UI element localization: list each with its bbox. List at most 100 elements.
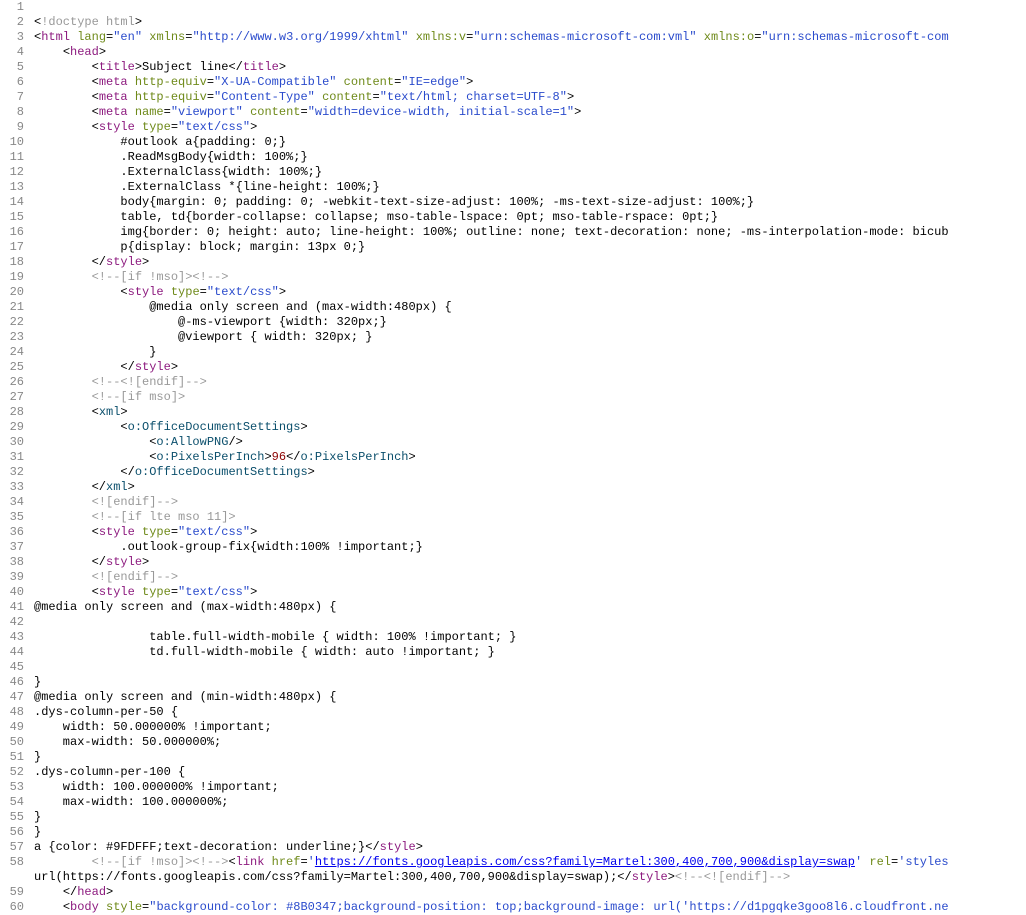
code-line[interactable]: max-width: 50.000000%;	[34, 735, 1026, 750]
code-line[interactable]: <!doctype html>	[34, 15, 1026, 30]
token	[34, 405, 92, 419]
token: style	[99, 585, 135, 599]
token: =	[200, 285, 207, 299]
line-number: 49	[0, 720, 24, 735]
token	[34, 270, 92, 284]
code-line[interactable]: <title>Subject line</title>	[34, 60, 1026, 75]
token: 96	[272, 450, 286, 464]
code-line[interactable]: .dys-column-per-100 {	[34, 765, 1026, 780]
token	[34, 90, 92, 104]
code-line[interactable]: <style type="text/css">	[34, 120, 1026, 135]
token: xmlns:v	[416, 30, 466, 44]
code-line[interactable]: }	[34, 750, 1026, 765]
code-line[interactable]: <![endif]-->	[34, 570, 1026, 585]
line-number: 37	[0, 540, 24, 555]
code-line[interactable]: #outlook a{padding: 0;}	[34, 135, 1026, 150]
code-line[interactable]: td.full-width-mobile { width: auto !impo…	[34, 645, 1026, 660]
token: <!--[if mso]>	[92, 390, 186, 404]
code-line[interactable]: <style type="text/css">	[34, 525, 1026, 540]
code-line[interactable]: <!--[if !mso]><!--><link href='https://f…	[34, 855, 1026, 870]
code-line[interactable]: <head>	[34, 45, 1026, 60]
code-line[interactable]: <meta name="viewport" content="width=dev…	[34, 105, 1026, 120]
code-line[interactable]: @media only screen and (max-width:480px)…	[34, 600, 1026, 615]
code-line[interactable]: <!--[if lte mso 11]>	[34, 510, 1026, 525]
token: head	[70, 45, 99, 59]
code-editor[interactable]: 1234567891011121314151617181920212223242…	[0, 0, 1026, 915]
code-line[interactable]	[34, 0, 1026, 15]
code-line[interactable]: <!--[if !mso]><!-->	[34, 270, 1026, 285]
code-line[interactable]: <style type="text/css">	[34, 285, 1026, 300]
code-line[interactable]: a {color: #9FDFFF;text-decoration: under…	[34, 840, 1026, 855]
token: >	[466, 75, 473, 89]
code-area[interactable]: <!doctype html><html lang="en" xmlns="ht…	[32, 0, 1026, 915]
code-line[interactable]: .outlook-group-fix{width:100% !important…	[34, 540, 1026, 555]
code-line[interactable]: </xml>	[34, 480, 1026, 495]
token: body{margin: 0; padding: 0; -webkit-text…	[34, 195, 754, 209]
code-line[interactable]: <meta http-equiv="X-UA-Compatible" conte…	[34, 75, 1026, 90]
code-line[interactable]: }	[34, 675, 1026, 690]
code-line[interactable]: @media only screen and (min-width:480px)…	[34, 690, 1026, 705]
code-line[interactable]	[34, 615, 1026, 630]
line-number: 50	[0, 735, 24, 750]
code-line[interactable]: @media only screen and (max-width:480px)…	[34, 300, 1026, 315]
code-line[interactable]: </style>	[34, 360, 1026, 375]
code-line[interactable]: </o:OfficeDocumentSettings>	[34, 465, 1026, 480]
token: lang	[77, 30, 106, 44]
token: >	[135, 15, 142, 29]
line-number: 1	[0, 0, 24, 15]
code-line[interactable]: table.full-width-mobile { width: 100% !i…	[34, 630, 1026, 645]
code-line[interactable]: <html lang="en" xmlns="http://www.w3.org…	[34, 30, 1026, 45]
code-line[interactable]: max-width: 100.000000%;	[34, 795, 1026, 810]
code-line[interactable]: img{border: 0; height: auto; line-height…	[34, 225, 1026, 240]
code-line[interactable]: }	[34, 810, 1026, 825]
line-number: 31	[0, 450, 24, 465]
code-line[interactable]: }	[34, 345, 1026, 360]
token: "X-UA-Compatible"	[214, 75, 336, 89]
line-number: 58	[0, 855, 24, 870]
code-line[interactable]: <body style="background-color: #8B0347;b…	[34, 900, 1026, 915]
code-line[interactable]: <xml>	[34, 405, 1026, 420]
code-line[interactable]: }	[34, 825, 1026, 840]
token: style	[135, 360, 171, 374]
token: >	[279, 60, 286, 74]
code-line[interactable]: </style>	[34, 255, 1026, 270]
token	[315, 90, 322, 104]
code-line[interactable]: p{display: block; margin: 13px 0;}	[34, 240, 1026, 255]
code-line[interactable]: width: 100.000000% !important;	[34, 780, 1026, 795]
token: @media only screen and (min-width:480px)…	[34, 690, 336, 704]
code-line[interactable]: @-ms-viewport {width: 320px;}	[34, 315, 1026, 330]
code-line[interactable]	[34, 660, 1026, 675]
token: xml	[106, 480, 128, 494]
code-line[interactable]: </head>	[34, 885, 1026, 900]
code-line[interactable]: <!--<![endif]-->	[34, 375, 1026, 390]
token: img{border: 0; height: auto; line-height…	[34, 225, 949, 239]
code-line[interactable]: <o:OfficeDocumentSettings>	[34, 420, 1026, 435]
code-line[interactable]: <style type="text/css">	[34, 585, 1026, 600]
code-line[interactable]: <o:AllowPNG/>	[34, 435, 1026, 450]
line-number: 40	[0, 585, 24, 600]
token: =	[164, 105, 171, 119]
code-line[interactable]: .dys-column-per-50 {	[34, 705, 1026, 720]
token	[34, 75, 92, 89]
code-line[interactable]: width: 50.000000% !important;	[34, 720, 1026, 735]
token: <	[92, 75, 99, 89]
code-line[interactable]: table, td{border-collapse: collapse; mso…	[34, 210, 1026, 225]
code-line[interactable]: </style>	[34, 555, 1026, 570]
line-number: 22	[0, 315, 24, 330]
code-line[interactable]: .ExternalClass *{line-height: 100%;}	[34, 180, 1026, 195]
line-number: 7	[0, 90, 24, 105]
token: type	[142, 120, 171, 134]
code-line[interactable]: .ExternalClass{width: 100%;}	[34, 165, 1026, 180]
line-number: 8	[0, 105, 24, 120]
code-line[interactable]: body{margin: 0; padding: 0; -webkit-text…	[34, 195, 1026, 210]
code-line[interactable]: url(https://fonts.googleapis.com/css?fam…	[34, 870, 1026, 885]
code-line[interactable]: <!--[if mso]>	[34, 390, 1026, 405]
line-number: 45	[0, 660, 24, 675]
code-line[interactable]: <o:PixelsPerInch>96</o:PixelsPerInch>	[34, 450, 1026, 465]
code-line[interactable]: .ReadMsgBody{width: 100%;}	[34, 150, 1026, 165]
token	[135, 120, 142, 134]
code-line[interactable]: <![endif]-->	[34, 495, 1026, 510]
code-line[interactable]: @viewport { width: 320px; }	[34, 330, 1026, 345]
line-number: 14	[0, 195, 24, 210]
code-line[interactable]: <meta http-equiv="Content-Type" content=…	[34, 90, 1026, 105]
